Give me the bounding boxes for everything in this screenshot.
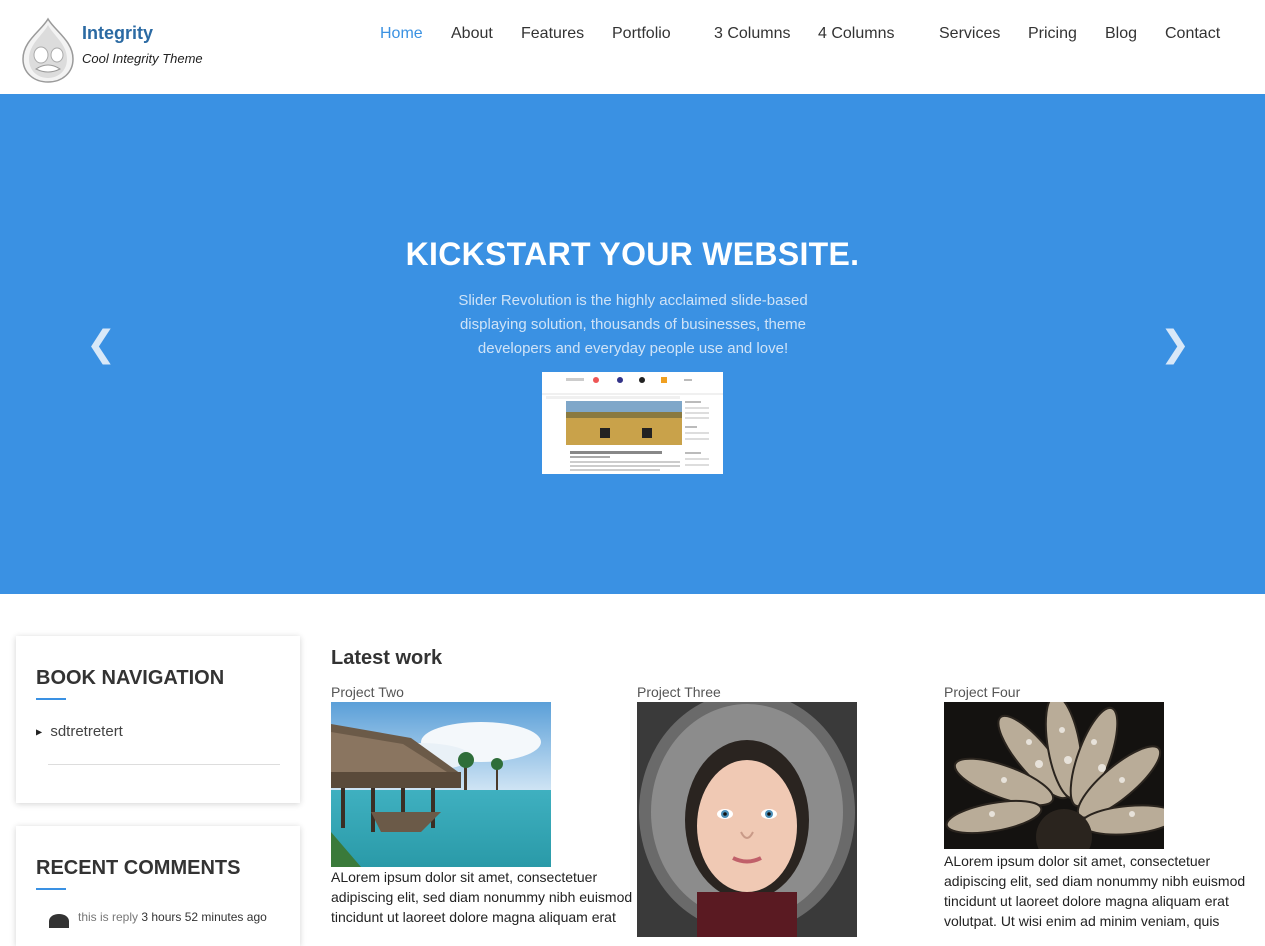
block-title-underline	[36, 888, 66, 890]
nav-item-pricing[interactable]: Pricing	[1028, 25, 1077, 43]
project-card: Project Four ALorem ipsum dolor sit amet…	[944, 684, 1250, 931]
description-line: tincidunt ut laoreet dolore magna aliqua…	[944, 893, 1229, 909]
site-slogan: Cool Integrity Theme	[82, 51, 203, 66]
nav-item-portfolio[interactable]: Portfolio	[612, 25, 671, 43]
project-card: Project Two ALorem ipsum dolor sit amet,…	[331, 684, 637, 927]
comment-avatar-icon	[49, 914, 69, 928]
comment-item: this is reply 3 hours 52 minutes ago	[78, 910, 267, 924]
recent-comments-block: RECENT COMMENTS this is reply 3 hours 52…	[16, 826, 300, 946]
chevron-right-icon[interactable]: ❯	[1160, 326, 1190, 362]
project-three-image[interactable]	[637, 702, 857, 937]
nav-item-4-columns[interactable]: 4 Columns	[818, 25, 894, 43]
site-header: Integrity Cool Integrity Theme Home Abou…	[0, 0, 1265, 94]
project-title[interactable]: Project Four	[944, 684, 1250, 700]
nav-item-home[interactable]: Home	[380, 25, 423, 43]
latest-work-title: Latest work	[331, 647, 443, 669]
project-title[interactable]: Project Two	[331, 684, 637, 700]
description-line: ALorem ipsum dolor sit amet, consectetue…	[331, 869, 598, 885]
recent-comments-title: RECENT COMMENTS	[36, 857, 241, 879]
comment-time: 3 hours 52 minutes ago	[141, 910, 267, 924]
book-navigation-title: BOOK NAVIGATION	[36, 667, 225, 689]
description-line: ALorem ipsum dolor sit amet, consectetue…	[944, 853, 1211, 869]
divider	[48, 764, 280, 765]
book-nav-item-label: sdtretretert	[50, 723, 123, 740]
description-line: adipiscing elit, sed diam nonummy nibh e…	[944, 873, 1246, 889]
description-line: tincidunt ut laoreet dolore magna aliqua…	[331, 909, 616, 925]
hero-slider: ❮ ❯ KICKSTART YOUR WEBSITE. Slider Revol…	[0, 94, 1265, 594]
nav-item-about[interactable]: About	[451, 25, 493, 43]
project-title[interactable]: Project Three	[637, 684, 943, 700]
description-line: adipiscing elit, sed diam nonummy nibh e…	[331, 889, 633, 905]
nav-item-blog[interactable]: Blog	[1105, 25, 1137, 43]
chevron-left-icon[interactable]: ❮	[86, 326, 116, 362]
hero-title: KICKSTART YOUR WEBSITE.	[405, 236, 860, 272]
nav-item-features[interactable]: Features	[521, 25, 584, 43]
book-nav-item[interactable]: ▶ sdtretretert	[36, 723, 123, 740]
project-description: ALorem ipsum dolor sit amet, consectetue…	[944, 851, 1250, 931]
description-line: volutpat. Ut wisi enim ad minim veniam, …	[944, 913, 1220, 929]
nav-item-contact[interactable]: Contact	[1165, 25, 1220, 43]
nav-item-services[interactable]: Services	[939, 25, 1000, 43]
book-navigation-block: BOOK NAVIGATION ▶ sdtretretert	[16, 636, 300, 803]
project-four-image[interactable]	[944, 702, 1164, 849]
comment-link[interactable]: this is reply	[78, 910, 138, 924]
main-navigation: Home About Features Portfolio 3 Columns …	[0, 25, 1265, 45]
hero-description: Slider Revolution is the highly acclaime…	[458, 292, 808, 357]
project-card: Project Three	[637, 684, 943, 937]
nav-item-3-columns[interactable]: 3 Columns	[714, 25, 790, 43]
project-two-image[interactable]	[331, 702, 551, 867]
caret-right-icon: ▶	[36, 727, 43, 737]
project-description: ALorem ipsum dolor sit amet, consectetue…	[331, 867, 637, 927]
block-title-underline	[36, 698, 66, 700]
hero-screenshot-image	[542, 372, 723, 474]
